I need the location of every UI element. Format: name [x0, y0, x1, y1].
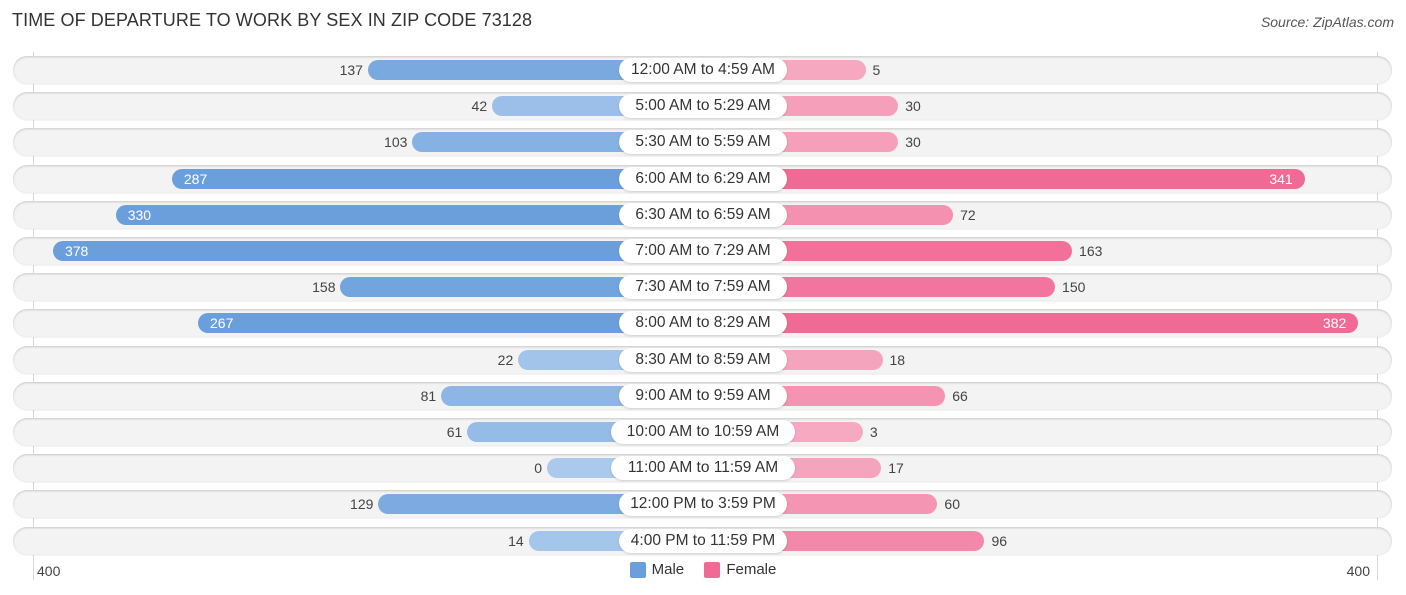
legend-item-female[interactable]: Female — [704, 561, 776, 578]
value-label-male: 267 — [210, 315, 234, 331]
category-label: 6:30 AM to 6:59 AM — [619, 203, 787, 227]
category-label: 8:30 AM to 8:59 AM — [619, 348, 787, 372]
value-label-female: 5 — [872, 62, 881, 78]
category-label: 7:30 AM to 7:59 AM — [619, 275, 787, 299]
value-label-male: 330 — [127, 207, 152, 223]
value-label-female: 96 — [991, 533, 1008, 549]
value-label-female: 150 — [1062, 279, 1086, 295]
bar-female[interactable] — [703, 169, 1305, 189]
value-label-female: 382 — [1322, 315, 1347, 331]
value-label-female: 163 — [1079, 243, 1103, 259]
value-label-male: 129 — [350, 496, 374, 512]
category-label: 5:30 AM to 5:59 AM — [619, 130, 787, 154]
category-label: 4:00 PM to 11:59 PM — [619, 529, 787, 553]
value-label-female: 341 — [1269, 171, 1293, 187]
value-label-female: 3 — [869, 424, 878, 440]
legend-swatch-female — [704, 561, 721, 578]
value-label-male: 61 — [446, 424, 463, 440]
value-label-male: 0 — [534, 460, 542, 476]
category-label: 8:00 AM to 8:29 AM — [619, 311, 787, 335]
legend-item-male[interactable]: Male — [629, 561, 685, 578]
value-label-female: 72 — [960, 207, 976, 223]
legend-label-female: Female — [726, 561, 777, 578]
value-label-female: 17 — [888, 460, 904, 476]
value-label-female: 60 — [944, 496, 960, 512]
value-label-male: 158 — [312, 279, 336, 295]
category-label: 9:00 AM to 9:59 AM — [619, 384, 787, 408]
legend-swatch-male — [629, 561, 646, 578]
bar-female[interactable] — [703, 313, 1359, 333]
value-label-male: 81 — [420, 388, 437, 404]
legend-label-male: Male — [651, 561, 685, 578]
value-label-female: 66 — [952, 388, 968, 404]
value-label-male: 42 — [471, 98, 488, 114]
category-label: 12:00 AM to 4:59 AM — [619, 58, 787, 82]
bar-male[interactable] — [115, 205, 703, 225]
value-label-female: 30 — [905, 98, 921, 114]
chart-title: TIME OF DEPARTURE TO WORK BY SEX IN ZIP … — [12, 10, 533, 30]
category-label: 6:00 AM to 6:29 AM — [619, 167, 787, 191]
value-label-male: 287 — [183, 171, 208, 187]
category-label: 10:00 AM to 10:59 AM — [611, 420, 795, 444]
legend: Male Female — [0, 561, 1406, 582]
value-label-male: 378 — [64, 243, 89, 259]
value-label-female: 18 — [889, 352, 906, 368]
category-label: 7:00 AM to 7:29 AM — [619, 239, 787, 263]
value-label-male: 137 — [339, 62, 363, 78]
category-label: 12:00 PM to 3:59 PM — [619, 492, 787, 516]
bar-male[interactable] — [52, 241, 703, 261]
value-label-female: 30 — [905, 134, 921, 150]
value-label-male: 14 — [508, 533, 524, 549]
category-label: 11:00 AM to 11:59 AM — [611, 456, 795, 480]
category-label: 5:00 AM to 5:29 AM — [619, 94, 787, 118]
value-label-male: 22 — [497, 352, 514, 368]
value-label-male: 103 — [384, 134, 408, 150]
source-label: Source: ZipAtlas.com — [1260, 14, 1394, 30]
